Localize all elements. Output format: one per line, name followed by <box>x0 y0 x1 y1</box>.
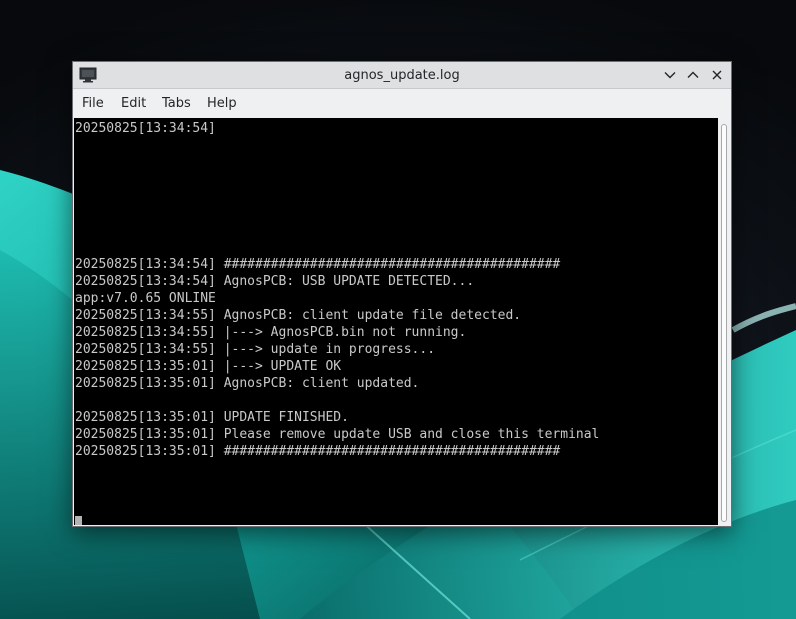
minimize-button[interactable] <box>662 67 678 83</box>
chevron-down-icon <box>664 72 676 79</box>
close-icon <box>712 70 722 80</box>
terminal-line: 20250825[13:34:55] AgnosPCB: client upda… <box>75 308 522 323</box>
terminal-output[interactable]: 20250825[13:34:54] 20250825[13:34:54] ###… <box>74 118 718 525</box>
menu-edit[interactable]: Edit <box>121 96 146 111</box>
terminal-line: 20250825[13:34:54] AgnosPCB: USB UPDATE … <box>75 274 475 289</box>
text-cursor <box>75 516 82 525</box>
title-bar[interactable]: agnos_update.log <box>73 62 731 89</box>
maximize-button[interactable] <box>685 67 701 83</box>
terminal-lines: 20250825[13:34:54] 20250825[13:34:54] ###… <box>74 118 718 460</box>
window-title: agnos_update.log <box>344 68 460 83</box>
terminal-line: 20250825[13:35:01] Please remove update … <box>75 427 600 442</box>
terminal-line: 20250825[13:34:54] <box>75 121 216 136</box>
menu-bar: File Edit Tabs Help <box>73 89 731 117</box>
terminal-line: 20250825[13:35:01] UPDATE FINISHED. <box>75 410 349 425</box>
menu-file[interactable]: File <box>82 96 104 111</box>
terminal-line: app:v7.0.65 ONLINE <box>75 291 216 306</box>
terminal-line: 20250825[13:34:54] #####################… <box>75 257 561 272</box>
close-button[interactable] <box>709 67 725 83</box>
vertical-scrollbar[interactable] <box>718 118 731 526</box>
terminal-line: 20250825[13:34:55] |---> update in progr… <box>75 342 436 357</box>
scrollbar-handle[interactable] <box>721 124 727 522</box>
chevron-up-icon <box>687 71 699 78</box>
terminal-window: agnos_update.log File Edit Tabs Help 202… <box>72 61 732 527</box>
terminal-line: 20250825[13:35:01] #####################… <box>75 444 561 459</box>
menu-help[interactable]: Help <box>207 96 237 111</box>
terminal-line: 20250825[13:35:01] AgnosPCB: client upda… <box>75 376 420 391</box>
terminal-line: 20250825[13:35:01] |---> UPDATE OK <box>75 359 342 374</box>
terminal-line: 20250825[13:34:55] |---> AgnosPCB.bin no… <box>75 325 467 340</box>
menu-tabs[interactable]: Tabs <box>162 96 191 111</box>
